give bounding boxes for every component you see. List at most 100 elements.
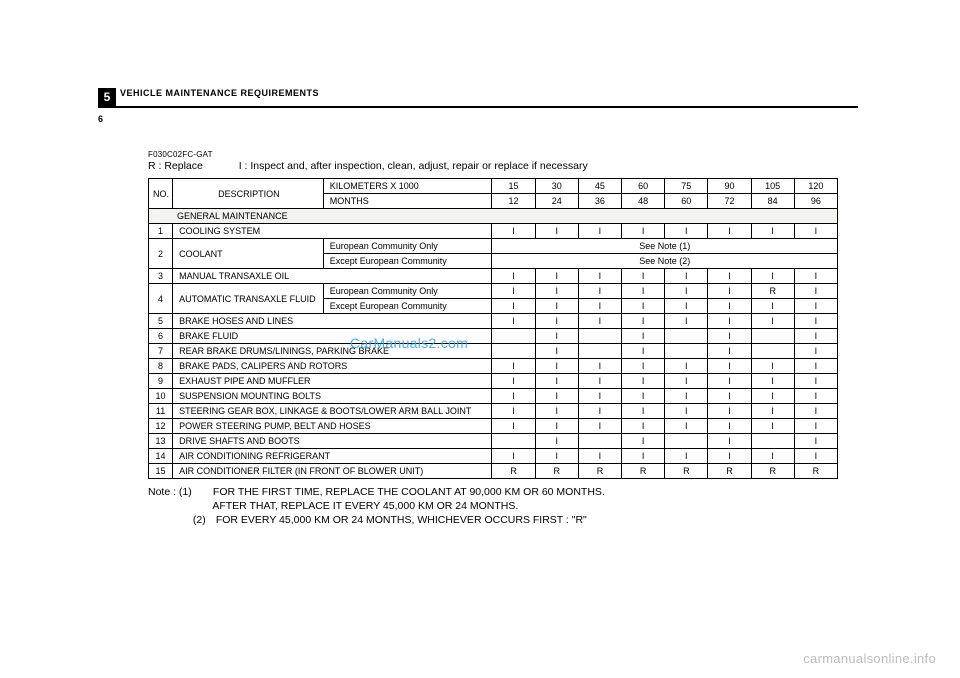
cell: I [622, 374, 665, 389]
cell: I [708, 224, 751, 239]
cell: I [535, 329, 578, 344]
row-no: 8 [149, 359, 173, 374]
row-no: 11 [149, 404, 173, 419]
cell: I [794, 269, 837, 284]
row-no: 2 [149, 239, 173, 269]
cell: I [492, 269, 535, 284]
cell: I [794, 344, 837, 359]
cell: I [794, 359, 837, 374]
cell: I [578, 314, 621, 329]
cell: I [622, 389, 665, 404]
mo-val: 96 [794, 194, 837, 209]
col-km-label: KILOMETERS X 1000 [323, 179, 492, 194]
cell: I [578, 389, 621, 404]
section-row: GENERAL MAINTENANCE [149, 209, 838, 224]
row-desc: COOLANT [173, 239, 324, 269]
cell: I [492, 389, 535, 404]
table-row: 7 REAR BRAKE DRUMS/LININGS, PARKING BRAK… [149, 344, 838, 359]
cell [751, 344, 794, 359]
row-desc: POWER STEERING PUMP, BELT AND HOSES [173, 419, 492, 434]
row-no: 10 [149, 389, 173, 404]
row-desc: SUSPENSION MOUNTING BOLTS [173, 389, 492, 404]
row-desc: AIR CONDITIONING REFRIGERANT [173, 449, 492, 464]
row-no: 12 [149, 419, 173, 434]
notes: Note : (1) FOR THE FIRST TIME, REPLACE T… [148, 485, 838, 528]
table-row: 10 SUSPENSION MOUNTING BOLTS IIIIIIII [149, 389, 838, 404]
note-2-lead: (2) [193, 513, 213, 527]
cell: I [751, 419, 794, 434]
mo-val: 12 [492, 194, 535, 209]
table-row: 3 MANUAL TRANSAXLE OIL I I I I I I I I [149, 269, 838, 284]
cell: R [751, 284, 794, 299]
cell: I [751, 314, 794, 329]
table-row: 8 BRAKE PADS, CALIPERS AND ROTORS IIIIII… [149, 359, 838, 374]
note-lead: Note : (1) [148, 485, 210, 499]
cell: R [622, 464, 665, 479]
note-2: FOR EVERY 45,000 KM OR 24 MONTHS, WHICHE… [216, 514, 587, 526]
table-row: 14 AIR CONDITIONING REFRIGERANT IIIIIIII [149, 449, 838, 464]
table-row: 12 POWER STEERING PUMP, BELT AND HOSES I… [149, 419, 838, 434]
row-no: 3 [149, 269, 173, 284]
cell: I [751, 449, 794, 464]
cell: R [535, 464, 578, 479]
row-no: 9 [149, 374, 173, 389]
cell: I [578, 269, 621, 284]
cell: I [622, 284, 665, 299]
cell: I [751, 374, 794, 389]
row-no: 6 [149, 329, 173, 344]
cell: I [622, 299, 665, 314]
row-no: 15 [149, 464, 173, 479]
cell-note: See Note (2) [492, 254, 838, 269]
table-header-row-km: NO. DESCRIPTION KILOMETERS X 1000 15 30 … [149, 179, 838, 194]
row-desc: COOLING SYSTEM [173, 224, 492, 239]
cell: I [622, 419, 665, 434]
cell: I [492, 224, 535, 239]
table-row: 9 EXHAUST PIPE AND MUFFLER IIIIIIII [149, 374, 838, 389]
cell: I [665, 269, 708, 284]
table-row: 4 AUTOMATIC TRANSAXLE FLUID European Com… [149, 284, 838, 299]
cell: I [751, 359, 794, 374]
cell: I [708, 329, 751, 344]
cell [578, 329, 621, 344]
row-no: 4 [149, 284, 173, 314]
cell: I [708, 284, 751, 299]
legend-inspect: I : Inspect and, after inspection, clean… [239, 160, 588, 172]
cell: I [665, 374, 708, 389]
cell: I [665, 419, 708, 434]
table-row: 5 BRAKE HOSES AND LINES IIIIIIII [149, 314, 838, 329]
cell: I [492, 314, 535, 329]
cell: I [794, 314, 837, 329]
cell: I [708, 359, 751, 374]
cell: I [535, 419, 578, 434]
row-subdesc: European Community Only [323, 239, 492, 254]
km-val: 30 [535, 179, 578, 194]
row-desc: EXHAUST PIPE AND MUFFLER [173, 374, 492, 389]
cell [492, 434, 535, 449]
cell: I [622, 329, 665, 344]
cell: I [492, 449, 535, 464]
cell: R [708, 464, 751, 479]
cell: I [622, 269, 665, 284]
col-months-label: MONTHS [323, 194, 492, 209]
cell: I [492, 404, 535, 419]
cell: I [535, 299, 578, 314]
col-description: DESCRIPTION [173, 179, 324, 209]
row-subdesc: Except European Community [323, 254, 492, 269]
cell [578, 344, 621, 359]
mo-val: 60 [665, 194, 708, 209]
table-row: 2 COOLANT European Community Only See No… [149, 239, 838, 254]
header-rule [98, 106, 858, 108]
page-number: 6 [98, 114, 103, 124]
cell: I [492, 359, 535, 374]
cell: I [535, 314, 578, 329]
cell: I [751, 269, 794, 284]
cell: I [578, 224, 621, 239]
cell: I [535, 449, 578, 464]
cell [665, 344, 708, 359]
cell: I [794, 434, 837, 449]
cell: I [535, 224, 578, 239]
cell [578, 434, 621, 449]
row-no: 1 [149, 224, 173, 239]
cell: I [665, 224, 708, 239]
cell: I [708, 299, 751, 314]
